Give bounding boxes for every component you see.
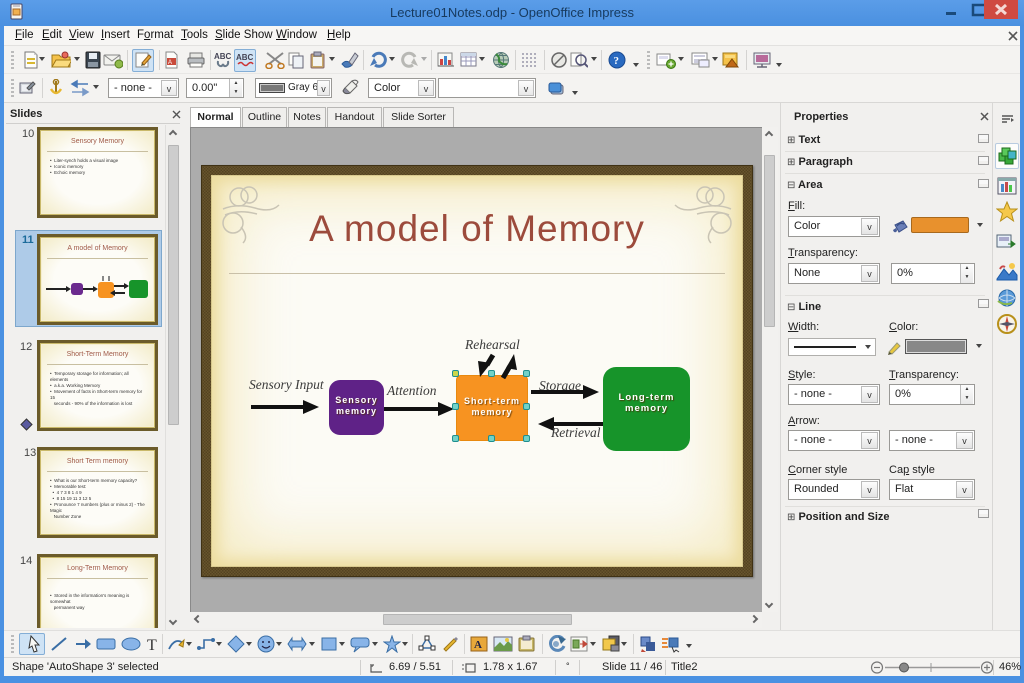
- svg-text:?: ?: [614, 55, 620, 67]
- svg-text:A: A: [168, 60, 172, 66]
- svg-text:T: T: [147, 637, 157, 653]
- svg-text:A: A: [474, 639, 482, 651]
- svg-text:ABC: ABC: [214, 52, 232, 61]
- svg-text:ABC: ABC: [236, 53, 254, 62]
